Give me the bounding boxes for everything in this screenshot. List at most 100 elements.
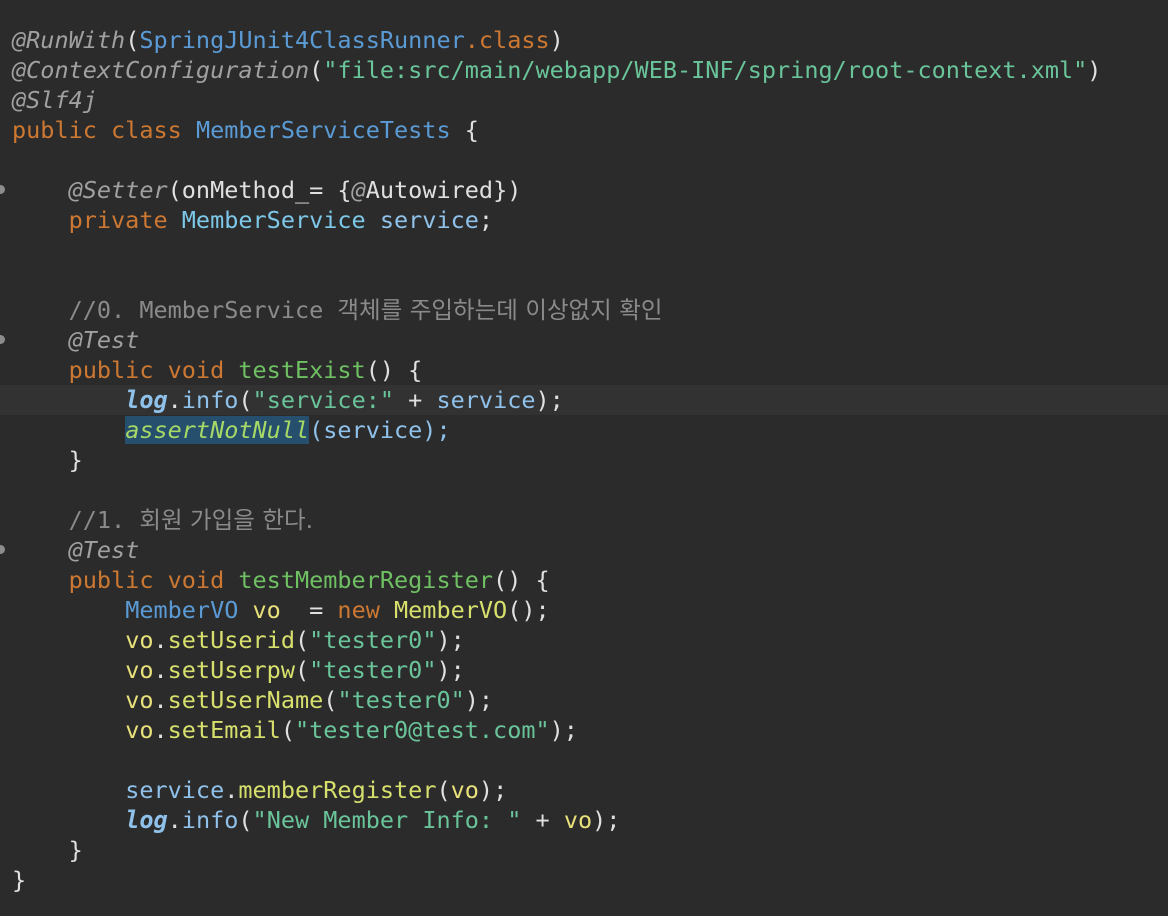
code-line[interactable]: assertNotNull(service); xyxy=(0,415,451,445)
comment: //1. xyxy=(68,506,140,534)
local-variable: vo xyxy=(125,656,154,684)
annotation-args: (onMethod_= { xyxy=(167,176,352,204)
method-name: testExist xyxy=(238,356,366,384)
class-name: SpringJUnit4ClassRunner xyxy=(139,26,465,54)
annotation: @Slf4j xyxy=(12,86,97,114)
paren: ); xyxy=(436,656,465,684)
paren: ( xyxy=(125,26,140,54)
semicolon: ; xyxy=(478,206,494,234)
paren: ) xyxy=(1087,56,1102,84)
breakpoint-marker-icon[interactable] xyxy=(0,335,5,344)
code-line[interactable]: vo.setUserid("tester0"); xyxy=(0,625,465,655)
static-field: log xyxy=(125,386,168,414)
code-line[interactable]: @RunWith(SpringJUnit4ClassRunner.class) xyxy=(0,25,564,55)
string-literal: "tester0" xyxy=(337,686,465,714)
local-variable: vo xyxy=(125,716,154,744)
method-name: testMemberRegister xyxy=(238,566,494,594)
code-line[interactable]: @ContextConfiguration("file:src/main/web… xyxy=(0,55,1101,85)
brace: } xyxy=(68,836,83,864)
code-line[interactable]: //1. 회원 가입을 한다. xyxy=(0,505,314,535)
method-call: info xyxy=(181,806,239,834)
string-literal: "service:" xyxy=(252,386,395,414)
code-line[interactable]: public void testExist() { xyxy=(0,355,423,385)
annotation: @Test xyxy=(68,326,140,354)
dot: . xyxy=(153,626,168,654)
local-variable: vo xyxy=(450,776,479,804)
keyword: private xyxy=(68,206,182,234)
paren: () { xyxy=(365,356,423,384)
paren: ( xyxy=(309,56,324,84)
code-line[interactable]: public void testMemberRegister() { xyxy=(0,565,550,595)
annotation: @ContextConfiguration xyxy=(12,56,310,84)
field-name: service xyxy=(379,206,479,234)
brace: { xyxy=(450,116,479,144)
local-variable: vo xyxy=(563,806,593,834)
code-line[interactable]: public class MemberServiceTests { xyxy=(0,115,479,145)
keyword: public void xyxy=(68,356,239,384)
code-line[interactable]: private MemberService service; xyxy=(0,205,493,235)
method-call: setEmail xyxy=(167,716,281,744)
constructor: MemberVO xyxy=(394,596,508,624)
breakpoint-marker-icon[interactable] xyxy=(0,185,5,194)
paren: ( xyxy=(323,686,338,714)
code-line[interactable]: vo.setUserName("tester0"); xyxy=(0,685,493,715)
keyword: .class xyxy=(464,26,550,54)
paren: ); xyxy=(535,386,564,414)
paren: ( xyxy=(280,716,295,744)
field-name: service xyxy=(436,386,536,414)
paren: ( xyxy=(294,626,310,654)
code-line[interactable]: service.memberRegister(vo); xyxy=(0,775,507,805)
paren: ); xyxy=(464,686,494,714)
call-args: (service); xyxy=(309,416,451,444)
local-variable: vo xyxy=(252,596,281,624)
code-line[interactable]: } xyxy=(0,445,83,475)
string-literal: "tester0@test.com" xyxy=(294,716,550,744)
keyword: new xyxy=(337,596,395,624)
code-line[interactable]: //0. MemberService 객체를 주입하는데 이상없지 확인 xyxy=(0,295,663,325)
code-line[interactable]: vo.setUserpw("tester0"); xyxy=(0,655,465,685)
dot: . xyxy=(153,656,168,684)
paren: (); xyxy=(507,596,550,624)
code-line[interactable]: } xyxy=(0,865,57,895)
paren: ); xyxy=(549,716,578,744)
string-literal: "New Member Info: " xyxy=(252,806,522,834)
string-literal: "tester0" xyxy=(309,656,437,684)
static-field: log xyxy=(125,806,168,834)
class-name: MemberService xyxy=(181,206,380,234)
annotation: @RunWith xyxy=(12,26,126,54)
local-variable: vo xyxy=(125,686,154,714)
method-call: info xyxy=(181,386,239,414)
code-line[interactable]: vo.setEmail("tester0@test.com"); xyxy=(0,715,578,745)
paren: ); xyxy=(592,806,621,834)
method-call: setUserid xyxy=(167,626,295,654)
dot: . xyxy=(167,806,182,834)
comment: 회원 가입을 한다. xyxy=(139,506,314,534)
code-line[interactable]: MemberVO vo = new MemberVO(); xyxy=(0,595,549,625)
code-line[interactable]: log.info("New Member Info: " + vo); xyxy=(0,805,620,835)
annotation-at: @ xyxy=(351,176,366,204)
static-method-selected: assertNotNull xyxy=(125,416,310,444)
paren: ); xyxy=(478,776,508,804)
dot: . xyxy=(153,716,168,744)
comment: 객체를 주입하는데 이상없지 확인 xyxy=(337,296,663,324)
dot: . xyxy=(167,386,182,414)
class-name: MemberVO xyxy=(125,596,253,624)
code-line[interactable]: } xyxy=(0,835,83,865)
code-line[interactable]: @Test xyxy=(0,535,139,565)
code-line[interactable]: @Slf4j xyxy=(0,85,97,115)
keyword: public void xyxy=(68,566,239,594)
code-line[interactable]: @Test xyxy=(0,325,139,355)
operator: = xyxy=(280,596,338,624)
current-code-line[interactable]: log.info("service:" + service); xyxy=(0,385,1168,415)
brace: } xyxy=(12,866,27,894)
class-name: MemberServiceTests xyxy=(195,116,451,144)
code-editor[interactable]: @RunWith(SpringJUnit4ClassRunner.class) … xyxy=(0,0,1168,916)
paren: () { xyxy=(493,566,550,594)
paren: ( xyxy=(238,386,253,414)
field-name: service xyxy=(125,776,225,804)
method-call: memberRegister xyxy=(238,776,437,804)
string-literal: "tester0" xyxy=(309,626,437,654)
brace: } xyxy=(68,446,83,474)
breakpoint-marker-icon[interactable] xyxy=(0,545,5,554)
code-line[interactable]: @Setter(onMethod_= {@Autowired}) xyxy=(0,175,521,205)
